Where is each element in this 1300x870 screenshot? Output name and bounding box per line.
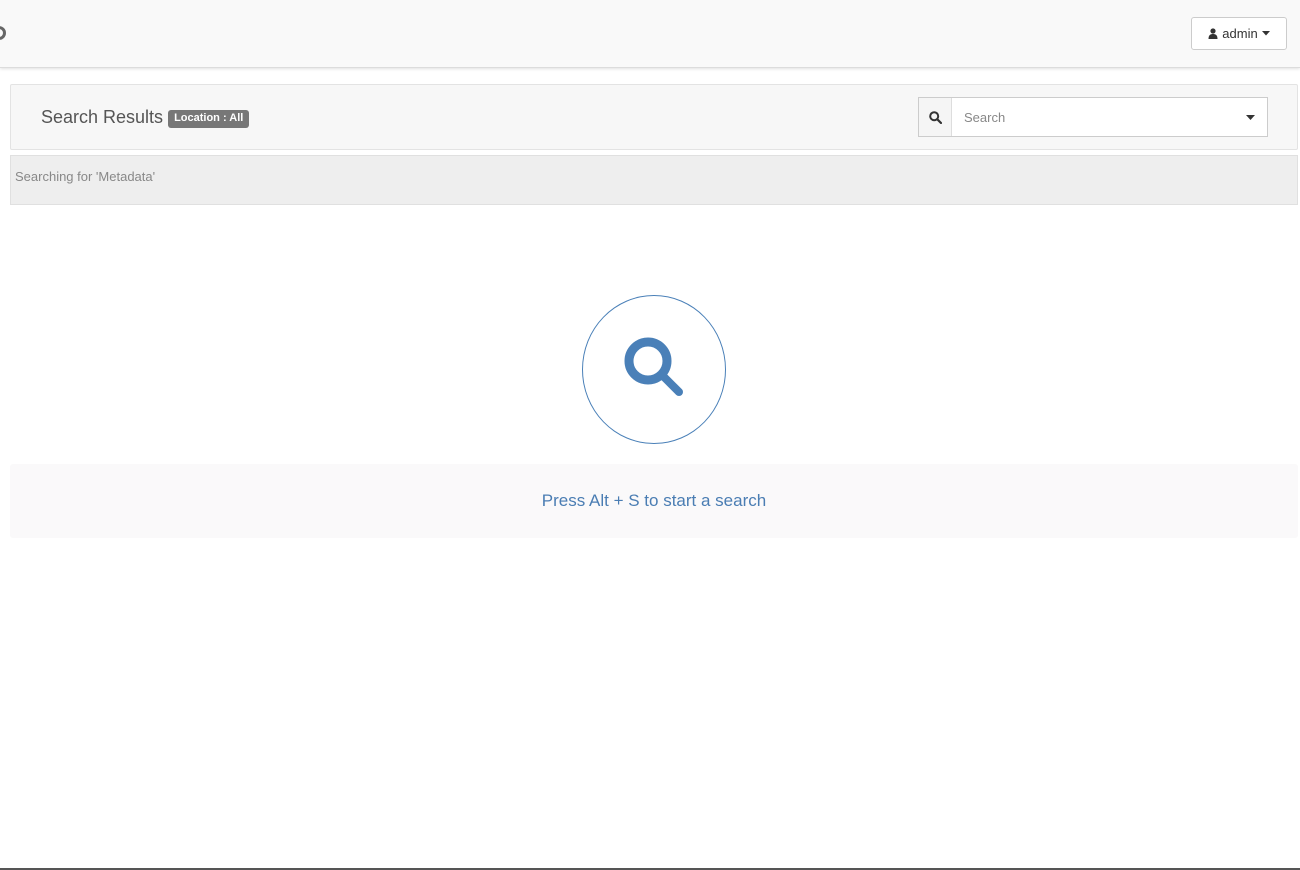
brand-logo-icon[interactable]: [0, 26, 6, 40]
user-menu-button[interactable]: admin: [1191, 17, 1287, 50]
empty-state-icon-circle: [582, 295, 726, 444]
search-hint-panel: Press Alt + S to start a search: [10, 464, 1298, 538]
search-status-text: Searching for 'Metadata': [15, 169, 156, 184]
top-navbar: admin: [0, 0, 1300, 68]
search-icon[interactable]: [919, 98, 952, 136]
caret-down-icon: [1245, 108, 1255, 126]
search-box: [918, 97, 1268, 137]
search-dropdown-button[interactable]: [1233, 98, 1267, 136]
page-title: Search Results Location : All: [41, 107, 250, 128]
magnifier-icon: [622, 335, 686, 404]
location-badge[interactable]: Location : All: [168, 110, 250, 128]
user-menu-label: admin: [1222, 26, 1258, 41]
search-results-header: Search Results Location : All: [10, 84, 1298, 150]
user-icon: [1208, 28, 1218, 39]
page-title-text: Search Results: [41, 107, 164, 127]
search-status-bar: Searching for 'Metadata': [10, 155, 1298, 205]
search-input[interactable]: [952, 98, 1233, 136]
search-hint-text: Press Alt + S to start a search: [541, 491, 767, 510]
caret-down-icon: [1261, 31, 1270, 36]
